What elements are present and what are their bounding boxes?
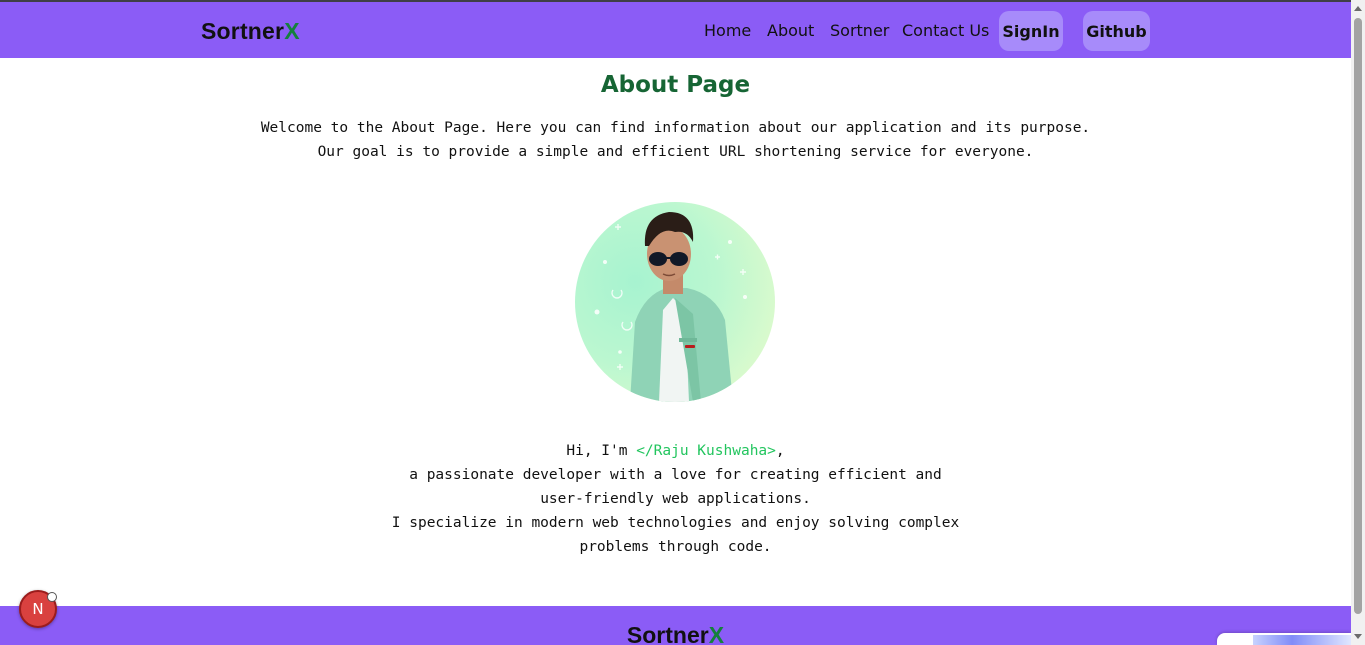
footer-brand[interactable]: SortnerX (0, 622, 1351, 645)
corner-preview-image (1253, 635, 1351, 645)
brand-accent: X (284, 18, 300, 44)
signin-button[interactable]: SignIn (999, 11, 1063, 51)
dev-indicator-status-dot (47, 592, 57, 602)
bio-line-3: user-friendly web applications. (540, 491, 811, 507)
bio-line-2: a passionate developer with a love for c… (409, 467, 942, 483)
page-title: About Page (600, 72, 751, 98)
footer: SortnerX (0, 606, 1351, 645)
nav-link-about[interactable]: About (767, 21, 814, 40)
intro-line-2: Our goal is to provide a simple and effi… (317, 144, 1034, 160)
navbar: SortnerX Home About Sortner Contact Us S… (0, 2, 1351, 58)
developer-name: </Raju Kushwaha> (636, 443, 776, 459)
intro-text: Welcome to the About Page. Here you can … (0, 116, 1351, 164)
scrollbar-thumb[interactable] (1354, 18, 1362, 614)
page-scrollbar[interactable] (1351, 0, 1365, 645)
dev-indicator-letter: N (32, 600, 44, 618)
footer-brand-accent: X (708, 622, 725, 645)
profile-photo-illustration (594, 212, 747, 402)
nav-link-home[interactable]: Home (704, 21, 751, 40)
footer-brand-name: Sortner (626, 622, 709, 645)
github-button[interactable]: Github (1083, 11, 1150, 51)
bio-greeting: Hi, I'm </Raju Kushwaha>, (0, 439, 1351, 463)
bio-line-5: problems through code. (579, 539, 772, 555)
scroll-down-arrow-icon[interactable] (1354, 634, 1362, 639)
bio-greeting-suffix: , (775, 443, 785, 459)
bio-greeting-prefix: Hi, I'm (566, 443, 637, 459)
bio-text: Hi, I'm </Raju Kushwaha>, a passionate d… (0, 439, 1351, 559)
nav-link-sortner[interactable]: Sortner (830, 21, 889, 40)
bio-line-4: I specialize in modern web technologies … (391, 515, 960, 531)
brand-logo[interactable]: SortnerX (201, 18, 300, 45)
profile-photo (575, 202, 775, 402)
corner-preview-thumbnail[interactable] (1217, 633, 1351, 645)
brand-name: Sortner (201, 18, 285, 44)
scroll-up-arrow-icon[interactable] (1354, 6, 1362, 11)
nav-link-contact-us[interactable]: Contact Us (902, 21, 989, 40)
intro-line-1: Welcome to the About Page. Here you can … (260, 120, 1091, 136)
